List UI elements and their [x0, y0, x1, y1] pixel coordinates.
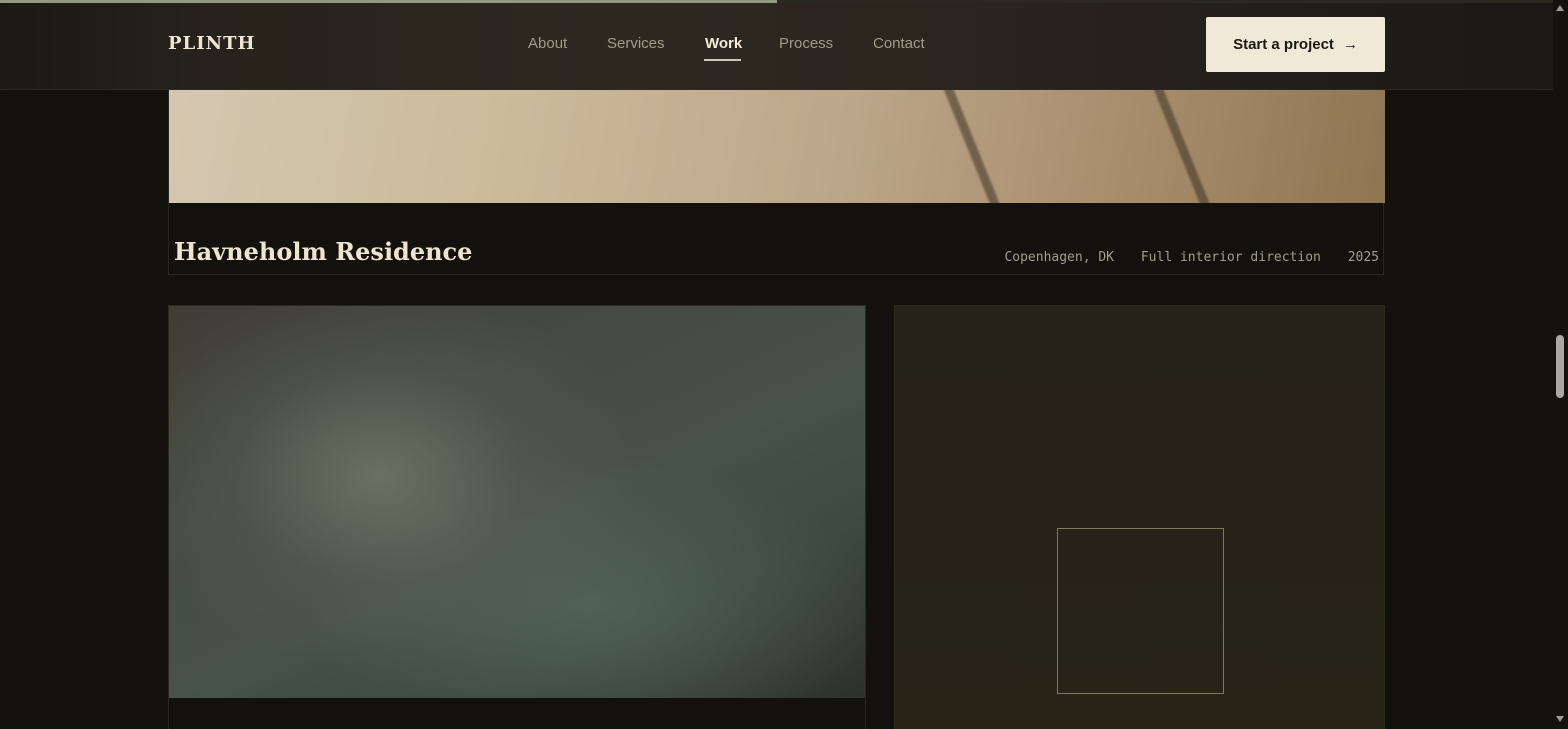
- start-project-label: Start a project: [1233, 36, 1334, 53]
- nav-link-work[interactable]: Work: [705, 35, 742, 52]
- scroll-progress-fill: [0, 0, 777, 3]
- scrollbar[interactable]: [1553, 0, 1568, 729]
- nav-link-process[interactable]: Process: [779, 35, 833, 52]
- start-project-button[interactable]: Start a project →: [1206, 17, 1385, 72]
- active-nav-underline: [704, 59, 741, 61]
- page: PLINTH About Services Work Process Conta…: [0, 0, 1568, 729]
- nav-link-services[interactable]: Services: [607, 35, 665, 52]
- nav-link-about[interactable]: About: [528, 35, 567, 52]
- project-scope: Full interior direction: [1140, 250, 1321, 265]
- scroll-progress-bar: [0, 0, 1553, 3]
- project-card[interactable]: [168, 305, 866, 729]
- triangle-up-icon[interactable]: [1556, 5, 1564, 11]
- project-card[interactable]: [894, 305, 1385, 729]
- nav-link-contact[interactable]: Contact: [873, 35, 925, 52]
- project-title: Havneholm Residence: [174, 237, 473, 266]
- arrow-right-icon: →: [1342, 36, 1358, 53]
- project-meta: Copenhagen, DK Full interior direction 2…: [985, 250, 1379, 265]
- scrollbar-thumb[interactable]: [1556, 335, 1564, 398]
- project-image: [169, 306, 865, 698]
- image-placeholder-frame: [1057, 528, 1224, 694]
- project-location: Copenhagen, DK: [1004, 250, 1115, 265]
- project-year: 2025: [1347, 250, 1379, 265]
- site-header: PLINTH About Services Work Process Conta…: [0, 0, 1553, 90]
- triangle-down-icon[interactable]: [1556, 716, 1564, 722]
